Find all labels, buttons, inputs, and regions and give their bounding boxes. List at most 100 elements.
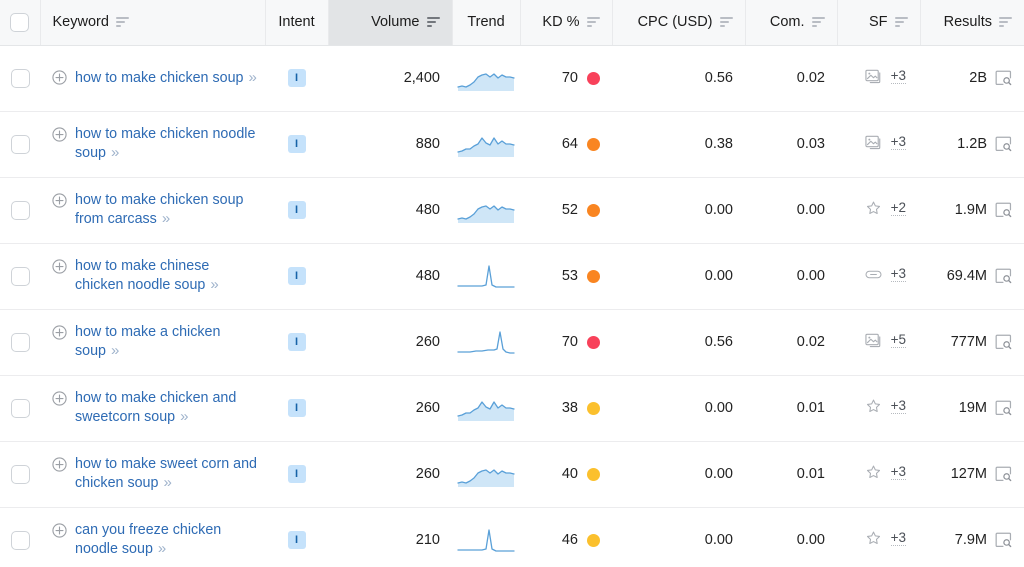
table-row[interactable]: how to make chicken soup» I 2,400 70 0.56 0.0… [0, 45, 1024, 112]
keyword-link[interactable]: how to make sweet corn and chicken soup» [75, 456, 257, 492]
star-icon[interactable] [865, 200, 882, 217]
sort-icon[interactable] [999, 16, 1012, 28]
sort-icon[interactable] [115, 16, 129, 28]
plus-circle-icon[interactable] [52, 70, 67, 85]
intent-badge[interactable]: I [287, 135, 306, 154]
sf-extra-count[interactable]: +3 [890, 464, 906, 480]
image-pack-icon[interactable] [864, 332, 882, 349]
expand-chevron-icon[interactable]: » [158, 540, 166, 557]
sort-icon[interactable] [586, 16, 600, 28]
serp-preview-icon[interactable] [995, 136, 1012, 152]
plus-circle-icon[interactable] [52, 127, 67, 142]
sf-extra-count[interactable]: +3 [890, 530, 906, 546]
serp-preview-icon[interactable] [995, 268, 1012, 284]
sf-extra-count[interactable]: +5 [890, 332, 906, 348]
plus-circle-icon[interactable] [52, 523, 67, 538]
star-icon[interactable] [865, 398, 882, 415]
table-row[interactable]: can you freeze chicken noodle soup» I 210 4… [0, 507, 1024, 567]
intent-badge[interactable]: I [287, 201, 306, 220]
column-header-keyword-label: Keyword [52, 14, 109, 31]
plus-circle-icon[interactable] [52, 259, 67, 274]
serp-preview-icon[interactable] [995, 202, 1012, 218]
image-pack-icon[interactable] [864, 68, 882, 85]
star-icon[interactable] [865, 530, 882, 547]
plus-circle-icon[interactable] [52, 325, 67, 340]
image-pack-icon[interactable] [864, 134, 882, 151]
row-checkbox[interactable] [10, 464, 30, 484]
table-row[interactable]: how to make a chicken soup» I 260 70 0.56 0.0… [0, 309, 1024, 376]
intent-badge[interactable]: I [287, 267, 306, 286]
row-checkbox[interactable] [10, 68, 30, 88]
sort-icon[interactable] [811, 16, 825, 28]
column-header-trend[interactable]: Trend [451, 0, 520, 46]
expand-chevron-icon[interactable]: » [210, 276, 218, 293]
table-row[interactable]: how to make chinese chicken noodle soup»… [0, 243, 1024, 310]
sort-icon[interactable] [426, 16, 440, 28]
sf-extra-count[interactable]: +2 [890, 200, 906, 216]
intent-badge[interactable]: I [287, 333, 306, 352]
sf-extra-count[interactable]: +3 [890, 134, 906, 150]
cpc-cell: 0.00 [612, 177, 745, 244]
row-select-cell [0, 441, 40, 508]
kd-value: 40 [561, 466, 578, 482]
table-row[interactable]: how to make chicken soup from carcass» I 4… [0, 177, 1024, 244]
expand-chevron-icon[interactable]: » [111, 144, 119, 161]
row-checkbox[interactable] [10, 266, 30, 286]
serp-preview-icon[interactable] [995, 532, 1012, 548]
row-checkbox[interactable] [10, 398, 30, 418]
trend-sparkline [457, 73, 515, 91]
row-checkbox[interactable] [10, 134, 30, 154]
sort-icon[interactable] [719, 16, 733, 28]
keyword-link[interactable]: how to make chicken and sweetcorn soup» [75, 390, 257, 426]
column-header-com[interactable]: Com. [744, 0, 837, 46]
expand-chevron-icon[interactable]: » [248, 69, 256, 86]
plus-circle-icon[interactable] [52, 193, 67, 208]
keyword-link[interactable]: how to make chinese chicken noodle soup» [75, 258, 257, 294]
column-header-sf[interactable]: SF [836, 0, 920, 46]
keyword-link[interactable]: how to make a chicken soup» [75, 324, 257, 360]
column-header-results-label: Results [943, 14, 992, 31]
keyword-link[interactable]: how to make chicken noodle soup» [75, 126, 257, 162]
table-row[interactable]: how to make chicken and sweetcorn soup» I… [0, 375, 1024, 442]
volume-cell: 210 [328, 507, 452, 567]
sf-extra-count[interactable]: +3 [890, 68, 906, 84]
plus-circle-icon[interactable] [52, 391, 67, 406]
row-checkbox[interactable] [10, 200, 30, 220]
sf-extra-count[interactable]: +3 [890, 398, 906, 414]
com-cell: 0.03 [745, 111, 837, 178]
kd-difficulty-dot [587, 137, 600, 151]
serp-preview-icon[interactable] [995, 400, 1012, 416]
table-row[interactable]: how to make sweet corn and chicken soup»… [0, 441, 1024, 508]
column-header-results[interactable]: Results [919, 0, 1024, 46]
column-header-kd[interactable]: KD % [519, 0, 612, 46]
row-checkbox[interactable] [10, 332, 30, 352]
expand-chevron-icon[interactable]: » [162, 210, 170, 227]
column-header-cpc[interactable]: CPC (USD) [611, 0, 745, 46]
sort-icon[interactable] [894, 16, 908, 28]
star-icon[interactable] [865, 464, 882, 481]
expand-chevron-icon[interactable]: » [180, 408, 188, 425]
serp-preview-icon[interactable] [995, 70, 1012, 86]
serp-preview-icon[interactable] [995, 334, 1012, 350]
intent-badge[interactable]: I [287, 69, 306, 88]
column-header-volume[interactable]: Volume [327, 0, 452, 46]
results-cell: 777M [920, 309, 1024, 376]
intent-badge[interactable]: I [287, 465, 306, 484]
serp-preview-icon[interactable] [995, 466, 1012, 482]
intent-badge[interactable]: I [287, 531, 306, 550]
sf-extra-count[interactable]: +3 [890, 266, 906, 282]
column-header-intent[interactable]: Intent [264, 0, 328, 46]
table-row[interactable]: how to make chicken noodle soup» I 880 64 0.… [0, 111, 1024, 178]
kd-difficulty-dot [587, 401, 600, 415]
keyword-link[interactable]: how to make chicken soup» [75, 69, 257, 88]
keyword-link[interactable]: how to make chicken soup from carcass» [75, 192, 257, 228]
keyword-link[interactable]: can you freeze chicken noodle soup» [75, 522, 257, 558]
plus-circle-icon[interactable] [52, 457, 67, 472]
link-icon[interactable] [865, 266, 882, 283]
select-all-checkbox[interactable] [10, 12, 30, 32]
row-checkbox[interactable] [10, 530, 30, 550]
expand-chevron-icon[interactable]: » [111, 342, 119, 359]
column-header-keyword[interactable]: Keyword [39, 0, 265, 46]
intent-badge[interactable]: I [287, 399, 306, 418]
expand-chevron-icon[interactable]: » [163, 474, 171, 491]
